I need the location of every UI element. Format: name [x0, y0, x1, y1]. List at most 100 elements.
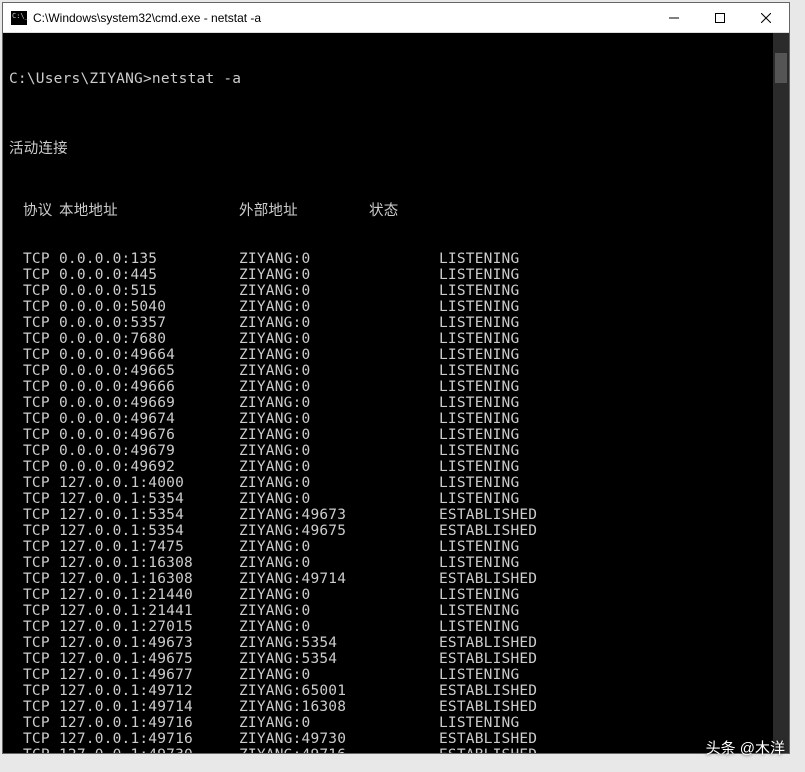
connection-row: TCP127.0.0.1:16308ZIYANG:0LISTENING — [9, 555, 789, 571]
cell-local: 127.0.0.1:49714 — [59, 699, 239, 715]
cell-state: LISTENING — [439, 603, 519, 619]
connection-row: TCP0.0.0.0:445ZIYANG:0LISTENING — [9, 267, 789, 283]
window-controls — [651, 3, 789, 32]
cell-local: 127.0.0.1:21441 — [59, 603, 239, 619]
connection-rows: TCP0.0.0.0:135ZIYANG:0LISTENINGTCP0.0.0.… — [9, 251, 789, 753]
cell-local: 127.0.0.1:27015 — [59, 619, 239, 635]
cell-proto: TCP — [9, 251, 59, 267]
cell-proto: TCP — [9, 283, 59, 299]
cell-local: 0.0.0.0:49664 — [59, 347, 239, 363]
connection-row: TCP127.0.0.1:27015ZIYANG:0LISTENING — [9, 619, 789, 635]
cell-state: LISTENING — [439, 251, 519, 267]
column-headers: 协议本地地址外部地址状态 — [9, 203, 789, 219]
cell-state: LISTENING — [439, 667, 519, 683]
connection-row: TCP127.0.0.1:49673ZIYANG:5354ESTABLISHED — [9, 635, 789, 651]
cell-proto: TCP — [9, 379, 59, 395]
cell-proto: TCP — [9, 395, 59, 411]
cell-foreign: ZIYANG:0 — [239, 363, 439, 379]
cell-local: 0.0.0.0:49669 — [59, 395, 239, 411]
cell-state: LISTENING — [439, 379, 519, 395]
titlebar[interactable]: C:\Windows\system32\cmd.exe - netstat -a — [3, 3, 789, 33]
connection-row: TCP127.0.0.1:49716ZIYANG:49730ESTABLISHE… — [9, 731, 789, 747]
cell-proto: TCP — [9, 715, 59, 731]
cell-local: 0.0.0.0:49676 — [59, 427, 239, 443]
cell-foreign: ZIYANG:0 — [239, 475, 439, 491]
cell-foreign: ZIYANG:49675 — [239, 523, 439, 539]
cell-state: ESTABLISHED — [439, 507, 537, 523]
cell-local: 0.0.0.0:7680 — [59, 331, 239, 347]
cell-local: 0.0.0.0:49692 — [59, 459, 239, 475]
cell-foreign: ZIYANG:0 — [239, 587, 439, 603]
close-button[interactable] — [743, 3, 789, 32]
connection-row: TCP127.0.0.1:7475ZIYANG:0LISTENING — [9, 539, 789, 555]
maximize-button[interactable] — [697, 3, 743, 32]
cell-local: 127.0.0.1:49730 — [59, 747, 239, 753]
cell-foreign: ZIYANG:0 — [239, 411, 439, 427]
cell-state: LISTENING — [439, 715, 519, 731]
cell-foreign: ZIYANG:0 — [239, 539, 439, 555]
cell-state: LISTENING — [439, 267, 519, 283]
scrollbar-thumb[interactable] — [775, 53, 787, 83]
connection-row: TCP127.0.0.1:21441ZIYANG:0LISTENING — [9, 603, 789, 619]
header-local: 本地地址 — [59, 203, 239, 219]
connection-row: TCP127.0.0.1:49675ZIYANG:5354ESTABLISHED — [9, 651, 789, 667]
cell-state: LISTENING — [439, 363, 519, 379]
cell-local: 0.0.0.0:5357 — [59, 315, 239, 331]
cell-local: 0.0.0.0:49665 — [59, 363, 239, 379]
cell-state: ESTABLISHED — [439, 635, 537, 651]
cell-state: LISTENING — [439, 427, 519, 443]
cell-local: 127.0.0.1:7475 — [59, 539, 239, 555]
cell-local: 0.0.0.0:515 — [59, 283, 239, 299]
connection-row: TCP127.0.0.1:49712ZIYANG:65001ESTABLISHE… — [9, 683, 789, 699]
cell-foreign: ZIYANG:0 — [239, 379, 439, 395]
connection-row: TCP127.0.0.1:5354ZIYANG:49675ESTABLISHED — [9, 523, 789, 539]
cell-proto: TCP — [9, 411, 59, 427]
cmd-icon — [11, 11, 27, 25]
cell-proto: TCP — [9, 443, 59, 459]
connection-row: TCP0.0.0.0:49674ZIYANG:0LISTENING — [9, 411, 789, 427]
cell-state: LISTENING — [439, 299, 519, 315]
cell-proto: TCP — [9, 635, 59, 651]
minimize-button[interactable] — [651, 3, 697, 32]
cell-foreign: ZIYANG:0 — [239, 395, 439, 411]
cell-proto: TCP — [9, 539, 59, 555]
cell-proto: TCP — [9, 347, 59, 363]
connection-row: TCP0.0.0.0:49679ZIYANG:0LISTENING — [9, 443, 789, 459]
scrollbar[interactable] — [773, 33, 789, 753]
header-state: 状态 — [369, 203, 398, 219]
cell-state: LISTENING — [439, 475, 519, 491]
connection-row: TCP127.0.0.1:21440ZIYANG:0LISTENING — [9, 587, 789, 603]
cell-foreign: ZIYANG:0 — [239, 283, 439, 299]
cell-state: ESTABLISHED — [439, 523, 537, 539]
console-output[interactable]: C:\Users\ZIYANG>netstat -a 活动连接 协议本地地址外部… — [3, 33, 789, 753]
cell-proto: TCP — [9, 523, 59, 539]
cell-foreign: ZIYANG:0 — [239, 267, 439, 283]
cell-state: LISTENING — [439, 491, 519, 507]
cell-proto: TCP — [9, 507, 59, 523]
header-foreign: 外部地址 — [239, 203, 369, 219]
cell-local: 127.0.0.1:5354 — [59, 523, 239, 539]
cell-foreign: ZIYANG:0 — [239, 555, 439, 571]
cell-proto: TCP — [9, 683, 59, 699]
connection-row: TCP127.0.0.1:49714ZIYANG:16308ESTABLISHE… — [9, 699, 789, 715]
connection-row: TCP127.0.0.1:49677ZIYANG:0LISTENING — [9, 667, 789, 683]
window-title: C:\Windows\system32\cmd.exe - netstat -a — [33, 11, 651, 25]
cell-proto: TCP — [9, 555, 59, 571]
cell-local: 127.0.0.1:49712 — [59, 683, 239, 699]
cell-proto: TCP — [9, 731, 59, 747]
cell-state: LISTENING — [439, 411, 519, 427]
cell-local: 0.0.0.0:445 — [59, 267, 239, 283]
cell-foreign: ZIYANG:0 — [239, 459, 439, 475]
connection-row: TCP0.0.0.0:49665ZIYANG:0LISTENING — [9, 363, 789, 379]
cell-state: ESTABLISHED — [439, 731, 537, 747]
cell-state: LISTENING — [439, 619, 519, 635]
connection-row: TCP0.0.0.0:49669ZIYANG:0LISTENING — [9, 395, 789, 411]
connection-row: TCP0.0.0.0:135ZIYANG:0LISTENING — [9, 251, 789, 267]
cell-state: LISTENING — [439, 539, 519, 555]
connection-row: TCP127.0.0.1:4000ZIYANG:0LISTENING — [9, 475, 789, 491]
cmd-window: C:\Windows\system32\cmd.exe - netstat -a… — [2, 2, 790, 754]
cell-foreign: ZIYANG:49714 — [239, 571, 439, 587]
cell-proto: TCP — [9, 603, 59, 619]
cell-local: 127.0.0.1:49716 — [59, 731, 239, 747]
connection-row: TCP127.0.0.1:16308ZIYANG:49714ESTABLISHE… — [9, 571, 789, 587]
